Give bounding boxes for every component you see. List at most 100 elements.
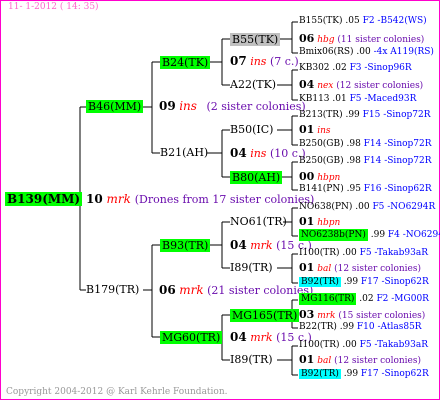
connector-b93: [207, 221, 230, 269]
gen4-queen-id[interactable]: B250(GB): [299, 139, 344, 149]
sib-text: (12 sister colonies): [334, 356, 422, 366]
i89b-sister-info: 01 bal (12 sister colonies): [299, 354, 421, 366]
gen4-row: B141(PN) .95 F16 -Sinop62R: [299, 185, 432, 194]
queen-b21[interactable]: B21(AH): [160, 147, 208, 158]
b50-sister-info: 01 ins: [299, 124, 330, 136]
gen4-row: B213(TR) .99 F15 -Sinop72R: [299, 111, 431, 120]
queen-i89b[interactable]: I89(TR): [230, 354, 273, 365]
sib-num: 03: [299, 308, 315, 321]
b46-sister-info: 09 ins (2 sister colonies): [159, 100, 306, 112]
connector-b50: [277, 115, 298, 146]
sib-code: hbpn: [317, 218, 341, 228]
gen4-queen-id[interactable]: KB113: [299, 94, 330, 104]
sib-code: hbpn: [317, 173, 341, 183]
gen4-line-code: F10 -Atlas85R: [356, 322, 422, 332]
sib-code: ins: [179, 99, 197, 113]
gen4-line-code: F14 -Sinop72R: [363, 139, 432, 149]
sib-code: hbg: [317, 35, 335, 45]
connector-b46: [143, 61, 160, 154]
sib-code: mrk: [179, 283, 204, 297]
gen4-queen-id[interactable]: Bmix06(RS): [299, 47, 354, 57]
gen4-queen-id[interactable]: B250(GB): [299, 156, 344, 166]
sib-num: 10: [86, 192, 103, 206]
gen4-line-code: F17 -Sinop62R: [360, 369, 429, 379]
gen4-line-code: F5 -Takab93aR: [359, 340, 428, 350]
queen-b24[interactable]: B24(TK): [160, 56, 211, 69]
gen4-row: MG116(TR) .02 F2 -MG00R: [299, 293, 429, 305]
gen4-row: NO6238b(PN) .99 F4 -NO6294R: [299, 229, 440, 241]
gen4-value: .01: [329, 94, 350, 104]
queen-a22[interactable]: A22(TK): [230, 79, 276, 90]
gen4-value: .98: [343, 139, 364, 149]
gen4-value: .99: [367, 230, 388, 240]
gen4-queen-id[interactable]: NO638(PN): [299, 202, 352, 212]
queen-b46[interactable]: B46(MM): [86, 100, 144, 113]
sib-num: 04: [230, 146, 247, 160]
sib-code: bal: [317, 264, 332, 274]
connector-b21: [207, 129, 230, 178]
sib-num: 00: [299, 170, 315, 183]
queen-mg60[interactable]: MG60(TR): [160, 331, 223, 344]
gen4-value: .02: [356, 294, 377, 304]
b80-sister-info: 00 hbpn: [299, 171, 340, 183]
gen4-queen-id[interactable]: MG116(TR): [299, 293, 357, 305]
queen-b93[interactable]: B93(TR): [160, 239, 211, 252]
gen4-queen-id[interactable]: I100(TR): [299, 248, 340, 258]
sib-text: (12 sister colonies): [334, 264, 422, 274]
gen4-queen-id[interactable]: B155(TK): [299, 16, 343, 26]
queen-i89a[interactable]: I89(TR): [230, 262, 273, 273]
queen-b179[interactable]: B179(TR): [86, 284, 139, 295]
sib-num: 09: [159, 99, 176, 113]
sib-num: 04: [299, 78, 315, 91]
gen4-line-code: F2 -B542(WS): [362, 16, 427, 26]
sib-code: ins: [250, 147, 267, 160]
connector-a22: [277, 69, 298, 101]
gen4-queen-id[interactable]: B213(TR): [299, 110, 343, 120]
gen4-value: .00: [353, 47, 374, 57]
gen4-line-code: F16 -Sinop62R: [363, 184, 432, 194]
queen-mg165[interactable]: MG165(TR): [230, 309, 300, 322]
sib-num: 04: [230, 330, 247, 344]
connector-i89b: [277, 345, 298, 376]
queen-b50[interactable]: B50(IC): [230, 124, 273, 135]
gen4-queen-id[interactable]: NO6238b(PN): [299, 229, 368, 241]
gen4-value: .99: [340, 369, 361, 379]
sib-num: 04: [230, 238, 247, 252]
root-queen[interactable]: B139(MM): [5, 192, 83, 206]
b55-sister-info: 06 hbg (11 sister colonies): [299, 33, 424, 45]
queen-b55[interactable]: B55(TK): [230, 33, 281, 46]
gen4-queen-id[interactable]: B92(TR): [299, 369, 341, 379]
footer-copyright: Copyright 2004-2012 @ Karl Kehrle Founda…: [6, 387, 228, 397]
gen4-queen-id[interactable]: I100(TR): [299, 340, 340, 350]
sib-num: 01: [299, 123, 315, 136]
gen4-row: B250(GB) .98 F14 -Sinop72R: [299, 140, 432, 149]
gen4-queen-id[interactable]: B22(TR): [299, 322, 337, 332]
header-date: 11- 1-2012 ( 14: 35): [8, 2, 99, 12]
gen4-value: .95: [343, 184, 364, 194]
gen4-line-code: F14 -Sinop72R: [363, 156, 432, 166]
sib-text: (Drones from 17 sister colonies): [134, 193, 315, 206]
sib-text: (2 sister colonies): [206, 100, 306, 113]
gen4-queen-id[interactable]: B92(TR): [299, 277, 341, 287]
queen-b80[interactable]: B80(AH): [230, 171, 283, 184]
queen-no61[interactable]: NO61(TR): [230, 216, 287, 227]
sib-code: mrk: [250, 239, 273, 252]
sib-text: (7 c.): [269, 55, 299, 68]
gen4-row: KB113 .01 F5 -Maced93R: [299, 95, 416, 104]
gen4-row: B155(TK) .05 F2 -B542(WS): [299, 17, 427, 26]
gen4-value: .00: [352, 202, 373, 212]
gen4-line-code: F5 -Takab93aR: [359, 248, 428, 258]
gen4-queen-id[interactable]: KB302: [299, 63, 330, 73]
sib-text: (15 sister colonies): [338, 311, 426, 321]
gen4-value: .00: [339, 340, 360, 350]
gen4-row: Bmix06(RS) .00 -4x A119(RS): [299, 48, 434, 57]
sib-code: mrk: [106, 192, 131, 206]
connector-b24: [207, 38, 230, 86]
gen4-value: .02: [329, 63, 350, 73]
gen4-queen-id[interactable]: B141(PN): [299, 184, 344, 194]
b21-sister-info: 04 ins (10 c.): [230, 147, 306, 159]
gen4-value: .99: [340, 277, 361, 287]
gen4-row: B250(GB) .98 F14 -Sinop72R: [299, 157, 432, 166]
sib-code: mrk: [317, 311, 336, 321]
sib-num: 07: [230, 54, 247, 68]
